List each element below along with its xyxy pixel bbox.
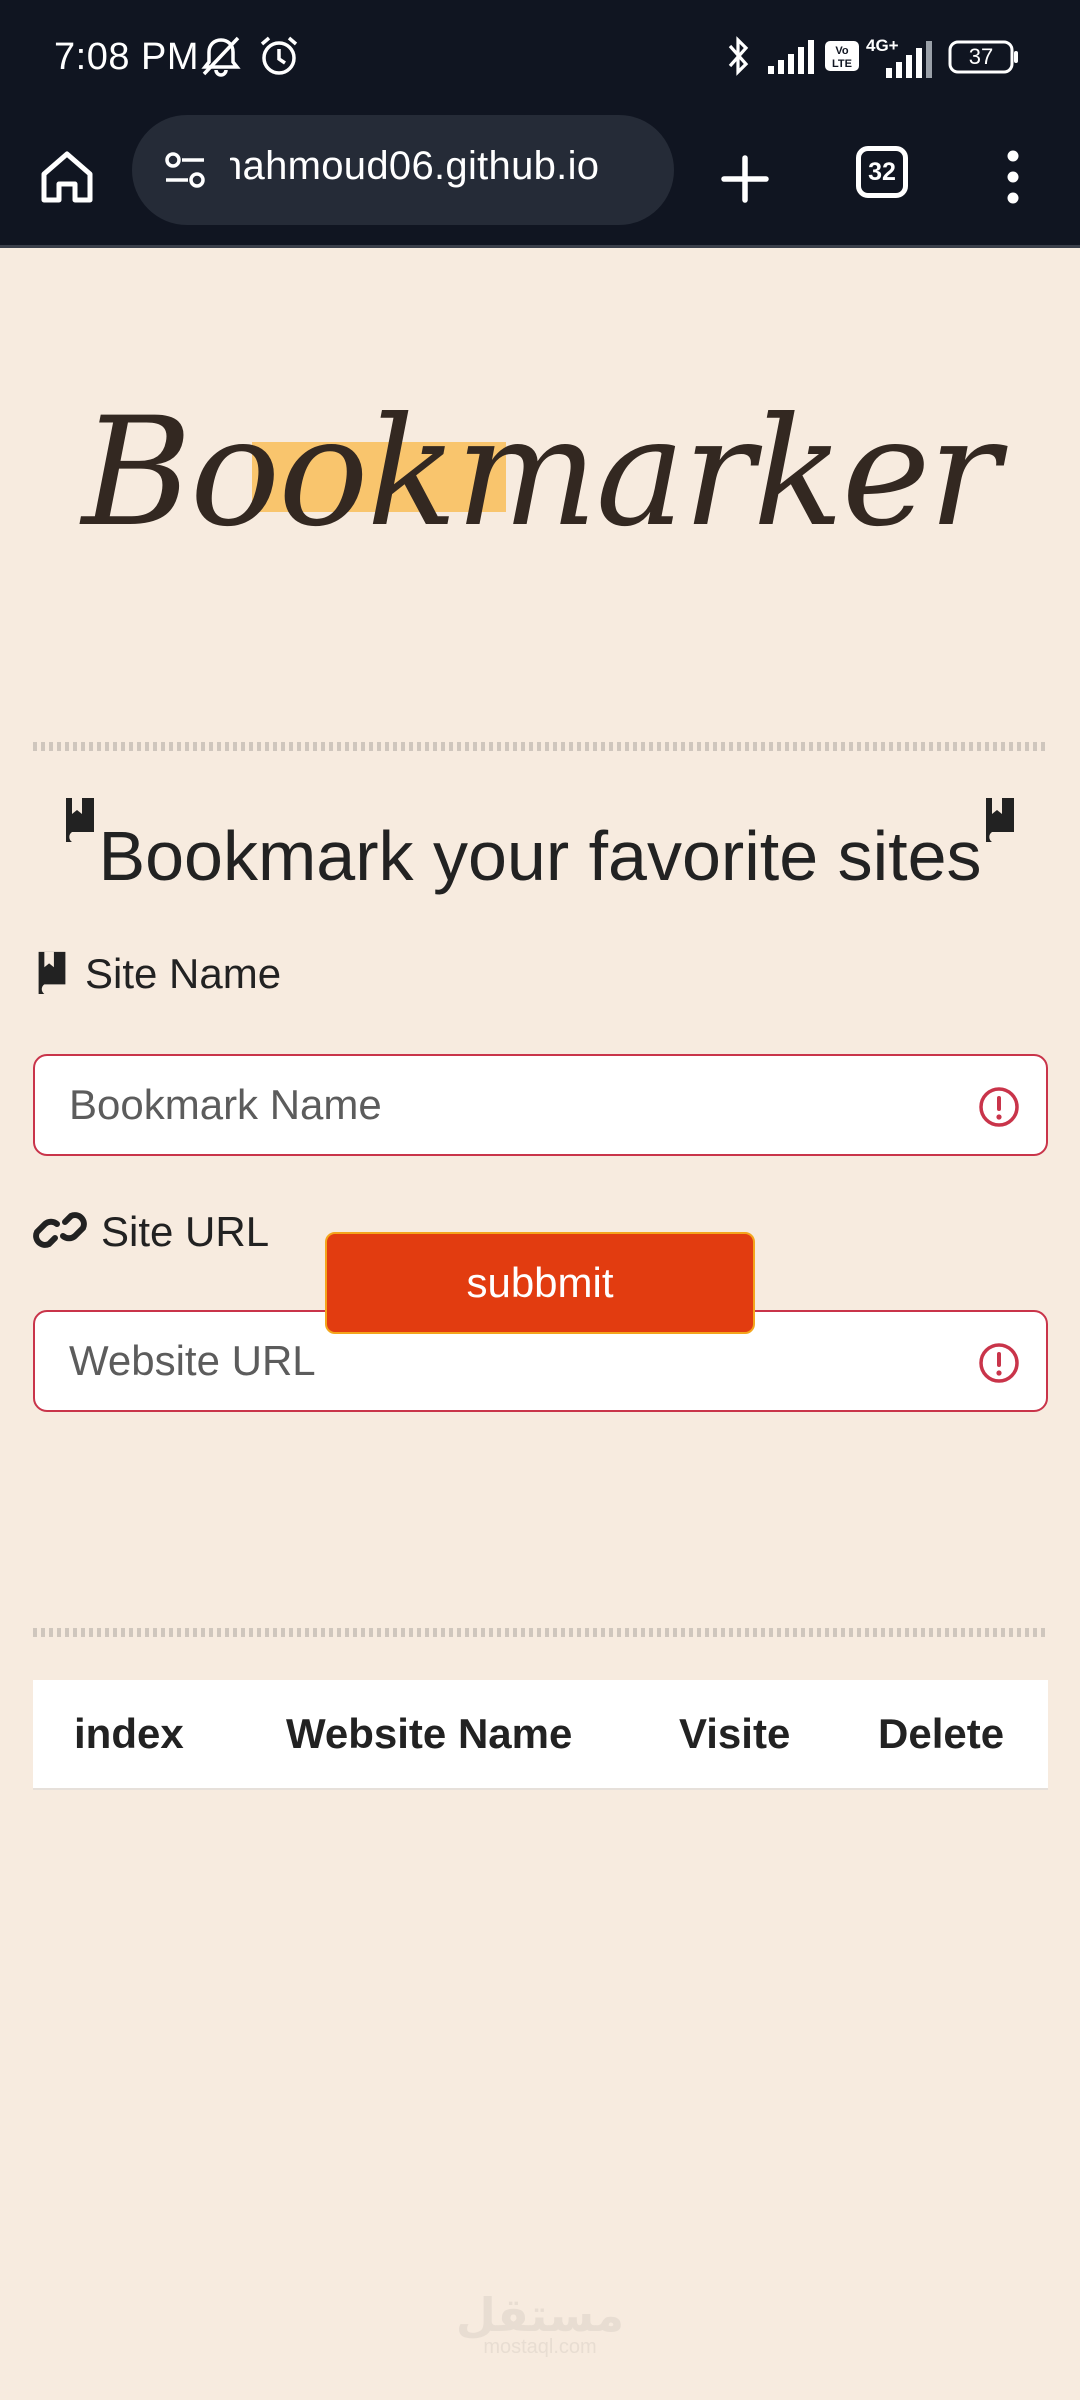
watermark-arabic: مستقل	[455, 2288, 625, 2342]
page-content: Bookmarker Bookmark your favorite sites …	[0, 248, 1080, 2400]
home-icon[interactable]	[32, 142, 102, 212]
error-icon-url	[979, 1343, 1019, 1383]
site-settings-icon[interactable]	[162, 148, 208, 192]
bluetooth-icon	[728, 36, 749, 76]
column-header-website-name: Website Name	[286, 1710, 573, 1757]
signal-strength-icon	[768, 40, 814, 74]
bookmark-book-icon-right	[985, 798, 1014, 842]
site-url-label-text: Site URL	[101, 1208, 270, 1255]
battery-level: 37	[968, 44, 994, 69]
svg-text:LTE: LTE	[832, 58, 852, 70]
logo-text: Bookmarker	[81, 386, 1000, 560]
new-tab-icon[interactable]	[710, 144, 780, 214]
site-name-field[interactable]	[33, 1054, 1048, 1156]
status-time: 7:08 PM	[54, 36, 200, 78]
address-bar[interactable]: nahmoud06.github.io	[132, 115, 674, 225]
book-bookmark-icon	[38, 951, 66, 994]
signal-strength-icon-2	[886, 41, 932, 78]
divider-bottom	[33, 1628, 1048, 1637]
url-text: nahmoud06.github.io	[230, 144, 600, 188]
bell-muted-icon	[201, 36, 241, 77]
logo: Bookmarker	[0, 378, 1080, 568]
bookmarks-table-header: index Website Name Visite Delete	[33, 1680, 1048, 1790]
column-header-visit: Visite	[679, 1710, 791, 1757]
bookmark-book-icon	[66, 798, 95, 842]
svg-text:Vo: Vo	[835, 45, 849, 57]
divider-top	[33, 742, 1048, 751]
error-icon	[979, 1087, 1019, 1127]
overflow-menu-icon[interactable]	[990, 142, 1036, 212]
volte-icon: Vo LTE	[825, 41, 859, 71]
column-header-delete: Delete	[878, 1710, 1005, 1757]
link-icon	[33, 1212, 87, 1248]
site-url-label: Site URL	[33, 1208, 269, 1256]
column-header-index: index	[74, 1710, 184, 1757]
watermark-latin: mostaql.com	[483, 2336, 597, 2358]
status-bar: 7:08 PM Vo LTE 4G+ 37	[0, 0, 1080, 118]
alarm-clock-icon	[260, 36, 298, 75]
heading-text: Bookmark your favorite sites	[98, 817, 982, 895]
site-name-label: Site Name	[33, 950, 281, 998]
page-heading: Bookmark your favorite sites	[0, 796, 1080, 896]
submit-button[interactable]: subbmit	[325, 1232, 755, 1334]
site-name-input[interactable]	[69, 1056, 949, 1154]
site-name-label-text: Site Name	[85, 950, 282, 997]
watermark: مستقل mostaql.com	[0, 2288, 1080, 2359]
tab-switcher-button[interactable]: 32	[856, 146, 908, 198]
